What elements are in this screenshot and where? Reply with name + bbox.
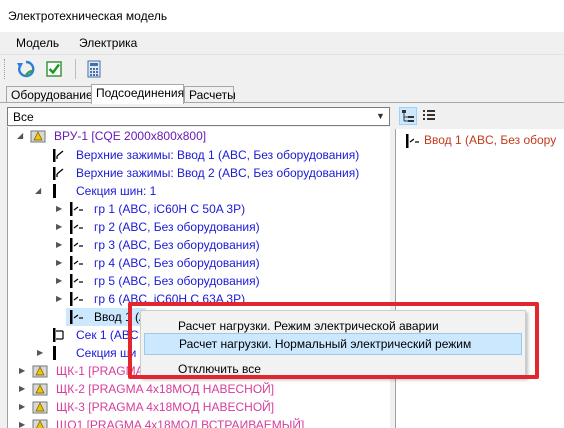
tree-node-label: гр 6 (ABC, iC60H C 63A 3P) [94, 292, 246, 306]
expand-arrow-icon[interactable]: ▶ [56, 272, 64, 290]
tab-equipment[interactable]: Оборудование [6, 86, 93, 103]
tree-node-shk3[interactable]: ▶ ЩК-3 [PRAGMA 4x18МОД НАВЕСНОЙ] [8, 398, 390, 416]
breaker-icon [68, 202, 84, 216]
tree-node-top-clamps-1[interactable]: Верхние зажимы: Ввод 1 (ABC, Без оборудо… [8, 146, 390, 164]
tree-node-label: гр 1 (ABC, iC60H C 50A 3P) [94, 202, 246, 216]
breaker-icon [404, 134, 420, 148]
expand-arrow-icon[interactable]: ▶ [56, 218, 64, 236]
menu-item-normal-load-calc[interactable]: Расчет нагрузки. Нормальный электрически… [144, 333, 522, 355]
tree-node-group-2[interactable]: ▶ гр 2 (ABC, Без оборудования) [8, 218, 390, 236]
tree-view-icon[interactable] [399, 107, 417, 125]
menu-bar: Модель Электрика [0, 32, 564, 54]
tree-node-top-clamps-2[interactable]: Верхние зажимы: Ввод 2 (ABC, Без оборудо… [8, 164, 390, 182]
tree-node-label: ЩК-2 [PRAGMA 4x18МОД НАВЕСНОЙ] [56, 382, 275, 396]
panel-icon [32, 382, 48, 396]
list-view-icon[interactable] [421, 107, 439, 125]
breaker-icon [68, 256, 84, 270]
panel-icon [32, 418, 48, 428]
tree-node-label: ВРУ-1 [CQE 2000x800x800] [54, 129, 207, 143]
busbar-icon [50, 346, 66, 360]
tree-node-group-3[interactable]: ▶ гр 3 (ABC, Без оборудования) [8, 236, 390, 254]
tree-node-vru1[interactable]: ◢ ВРУ-1 [CQE 2000x800x800] [8, 127, 390, 145]
collapse-arrow-icon[interactable]: ◢ [17, 127, 25, 145]
tree-node-group-6[interactable]: ▶ гр 6 (ABC, iC60H C 63A 3P) [8, 290, 390, 308]
panel-icon [30, 129, 46, 143]
menu-item-disconnect-all[interactable]: Отключить все [144, 358, 522, 380]
panel-icon [32, 364, 48, 378]
breaker-icon [50, 148, 66, 162]
expand-arrow-icon[interactable]: ▶ [19, 362, 27, 380]
expand-arrow-icon[interactable]: ▶ [56, 290, 64, 308]
tree-node-label: ЩК-3 [PRAGMA 4x18МОД НАВЕСНОЙ] [56, 400, 275, 414]
tree-node-label: Верхние зажимы: Ввод 2 (ABC, Без оборудо… [76, 166, 360, 180]
tab-calculations[interactable]: Расчеты [184, 86, 236, 103]
right-panel-node-label[interactable]: Ввод 1 (ABC, Без обору [424, 133, 556, 147]
panel-icon [32, 400, 48, 414]
busbar-icon [50, 184, 66, 198]
context-menu: Расчет нагрузки. Режим электрической ава… [140, 310, 526, 378]
chevron-down-icon[interactable]: ▼ [372, 108, 389, 125]
right-panel-toolbar [395, 104, 564, 129]
breaker-icon [68, 220, 84, 234]
tree-node-label: гр 3 (ABC, Без оборудования) [94, 238, 260, 252]
tree-node-group-4[interactable]: ▶ гр 4 (ABC, Без оборудования) [8, 254, 390, 272]
menu-electrics[interactable]: Электрика [79, 36, 137, 50]
breaker-icon [50, 166, 66, 180]
window-title: Электротехническая модель [8, 9, 168, 23]
tree-node-label: Сек 1 (ABC [76, 328, 139, 342]
tab-strip: Оборудование Подсоединения Расчеты [0, 84, 564, 104]
breaker-icon [68, 310, 84, 324]
tree-node-sho1[interactable]: ▶ ЩО1 [PRAGMA 4x18МОД ВСТРАИВАЕМЫЙ] [8, 416, 390, 428]
tree-node-label: Верхние зажимы: Ввод 1 (ABC, Без оборудо… [76, 148, 360, 162]
connections-tree[interactable]: ◢ ВРУ-1 [CQE 2000x800x800] Верхние зажим… [7, 127, 390, 428]
expand-arrow-icon[interactable]: ▶ [19, 416, 27, 428]
tree-node-label: гр 4 (ABC, Без оборудования) [94, 256, 260, 270]
tree-node-label: Секция шин: 1 [76, 184, 157, 198]
filter-dropdown[interactable]: Все ▼ [7, 107, 390, 126]
tree-node-label: гр 2 (ABC, Без оборудования) [94, 220, 260, 234]
filter-value: Все [13, 110, 34, 124]
collapse-arrow-icon[interactable]: ◢ [35, 182, 43, 200]
right-panel-tree[interactable]: Ввод 1 (ABC, Без обору [395, 129, 564, 428]
toolbar-grip [4, 59, 7, 79]
tree-node-label: ЩО1 [PRAGMA 4x18МОД ВСТРАИВАЕМЫЙ] [56, 418, 305, 428]
tree-node-group-5[interactable]: ▶ гр 5 (ABC, Без оборудования) [8, 272, 390, 290]
toolbar [0, 54, 564, 82]
tree-node-label: гр 5 (ABC, Без оборудования) [94, 274, 260, 288]
breaker-icon [68, 292, 84, 306]
tab-divider [0, 102, 564, 103]
tree-node-group-1[interactable]: ▶ гр 1 (ABC, iC60H C 50A 3P) [8, 200, 390, 218]
expand-arrow-icon[interactable]: ▶ [56, 254, 64, 272]
title-bar: Электротехническая модель [0, 0, 564, 32]
tree-node-label: Секция ши [76, 346, 137, 360]
expand-arrow-icon[interactable]: ▶ [19, 380, 27, 398]
tree-node-label: ЩК-1 [PRAGMA [56, 364, 144, 378]
menu-model[interactable]: Модель [16, 36, 59, 50]
expand-arrow-icon[interactable]: ▶ [56, 236, 64, 254]
breaker-icon [68, 274, 84, 288]
tree-node-shk2[interactable]: ▶ ЩК-2 [PRAGMA 4x18МОД НАВЕСНОЙ] [8, 380, 390, 398]
expand-arrow-icon[interactable]: ▶ [37, 344, 45, 362]
checkbox-icon[interactable] [44, 59, 64, 79]
section-switch-icon [50, 328, 66, 342]
breaker-icon [68, 238, 84, 252]
expand-arrow-icon[interactable]: ▶ [19, 398, 27, 416]
expand-arrow-icon[interactable]: ▶ [56, 200, 64, 218]
calculator-icon[interactable] [84, 59, 104, 79]
toolbar-separator [75, 59, 76, 79]
tree-node-busbar-1[interactable]: ◢ Секция шин: 1 [8, 182, 390, 200]
tab-connections[interactable]: Подсоединения [91, 84, 184, 104]
refresh-icon[interactable] [16, 59, 36, 79]
